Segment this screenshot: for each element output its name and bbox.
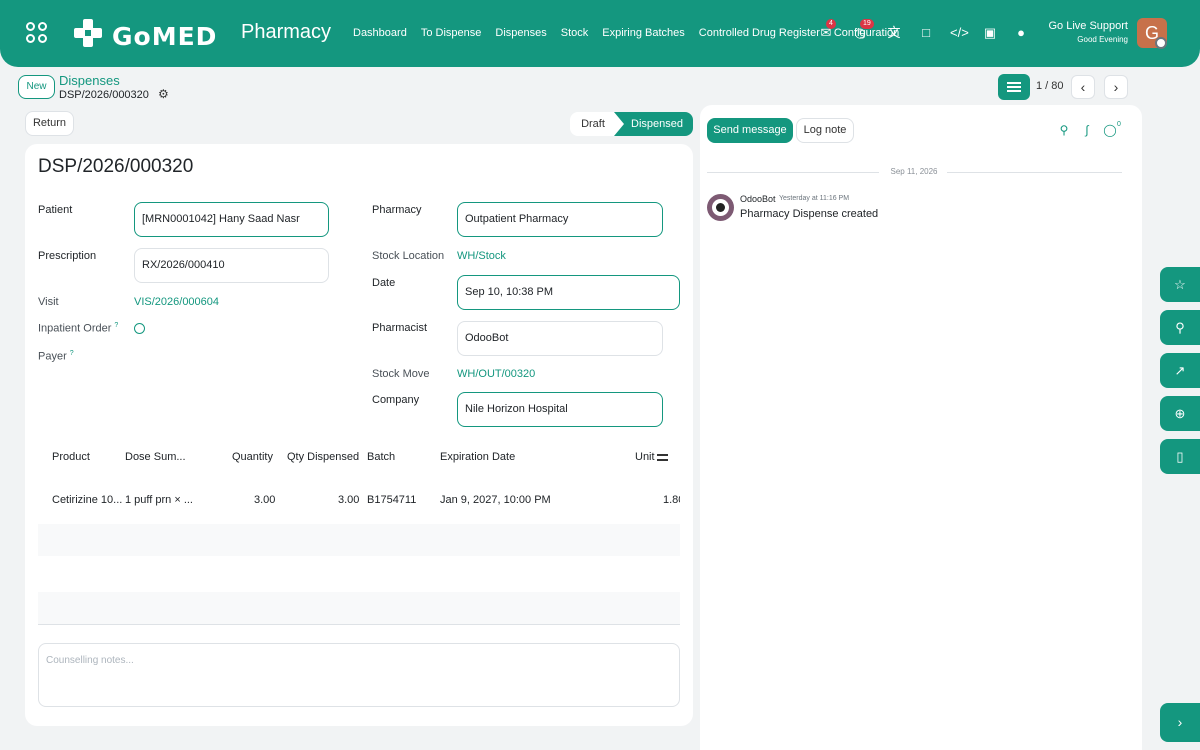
log-note-button[interactable]: Log note [796,118,854,143]
column-expiration-date[interactable]: Expiration Date [440,451,515,463]
lightbulb-icon[interactable]: ● [1013,25,1029,41]
message-author[interactable]: OdooBot [740,194,776,204]
table-row-empty [38,524,680,556]
app-title[interactable]: Pharmacy [241,21,331,44]
date-label: Date [372,277,396,289]
logo-cross-icon [72,17,104,49]
cell-batch[interactable]: B1754711 [367,494,416,506]
pharmacy-field[interactable]: Outpatient Pharmacy [457,202,663,237]
chevron-right-icon[interactable]: › [1160,703,1200,742]
menu-stock[interactable]: Stock [561,27,589,39]
cell-product[interactable]: Cetirizine 10... [52,494,122,506]
paperclip-icon[interactable]: ∫ [1080,123,1094,137]
date-separator-line [947,172,1122,173]
menu-expiring-batches[interactable]: Expiring Batches [602,27,685,39]
breadcrumb-dispenses[interactable]: Dispenses [59,73,120,88]
prescription-label: Prescription [38,250,97,262]
column-dose-summary[interactable]: Dose Sum... [125,451,186,463]
table-row-empty [38,592,680,624]
company-label: Company [372,394,420,406]
menu-dispenses[interactable]: Dispenses [495,27,546,39]
message-time: Yesterday at 11:16 PM [779,195,850,202]
column-unit[interactable]: Unit [635,451,655,463]
page-title: DSP/2026/000320 [38,156,194,177]
search-icon[interactable]: ⚲ [1057,123,1071,137]
visit-link[interactable]: VIS/2026/000604 [134,296,219,308]
send-message-button[interactable]: Send message [707,118,793,143]
cell-qty-dispensed[interactable]: 3.00 [338,494,359,506]
pager-next-button[interactable]: › [1104,75,1128,99]
notes-icon[interactable]: ▣ [982,25,998,41]
status-draft[interactable]: Draft [570,112,616,136]
star-icon[interactable]: ☆ [1160,267,1200,302]
stock-move-link[interactable]: WH/OUT/00320 [457,368,535,380]
cell-quantity[interactable]: 3.00 [254,494,275,506]
user-name[interactable]: Go Live Support [1040,20,1129,32]
menu-controlled-drug-register[interactable]: Controlled Drug Register [699,27,820,39]
top-navbar: GoMED Pharmacy Dashboard To Dispense Dis… [0,0,1200,67]
filter-settings-button[interactable] [998,74,1030,100]
prescription-field[interactable]: RX/2026/000410 [134,248,329,283]
stock-move-label: Stock Move [372,368,430,380]
patient-label: Patient [38,204,73,216]
cell-dose-summary[interactable]: 1 puff prn × ... [125,494,193,506]
pager-value[interactable]: 1 / 80 [1036,80,1064,92]
followers-count: 0 [1117,121,1121,128]
pharmacy-label: Pharmacy [372,204,422,216]
menu-dashboard[interactable]: Dashboard [353,27,407,39]
return-button[interactable]: Return [25,111,74,136]
building-icon[interactable]: □ [918,25,934,41]
column-settings-icon[interactable] [657,451,669,463]
stock-location-label: Stock Location [372,250,445,262]
counselling-notes-field[interactable]: Counselling notes... [38,643,680,707]
odoobot-avatar[interactable] [707,194,734,221]
column-batch[interactable]: Batch [367,451,395,463]
inpatient-order-label: Inpatient Order? [38,322,119,335]
zoom-in-icon[interactable]: ⊕ [1160,396,1200,431]
presence-status-icon [1155,37,1167,49]
messages-badge: 4 [826,19,836,29]
status-bar: Draft Dispensed [570,112,693,136]
language-icon[interactable]: 文 [886,25,902,41]
cell-unit[interactable]: 1.80 [663,494,680,506]
messages-icon[interactable]: ✉ 4 [818,19,836,41]
table-divider [38,624,680,625]
activities-badge: 19 [860,19,874,29]
patient-field[interactable]: [MRN0001042] Hany Saad Nasr [134,202,329,237]
payer-label: Payer? [38,350,74,363]
column-qty-dispensed[interactable]: Qty Dispensed [287,451,359,463]
logo-text: GoMED [112,22,218,51]
user-greeting: Good Evening [1077,35,1128,44]
company-field[interactable]: Nile Horizon Hospital [457,392,663,427]
followers-icon[interactable]: ◯ [1103,123,1117,137]
stock-location-link[interactable]: WH/Stock [457,250,506,262]
pharmacist-label: Pharmacist [372,322,428,334]
new-button[interactable]: New [18,75,55,99]
apps-menu-icon[interactable] [26,22,48,44]
search-icon[interactable]: ⚲ [1160,310,1200,345]
column-quantity[interactable]: Quantity [232,451,273,463]
date-field[interactable]: Sep 10, 10:38 PM [457,275,680,310]
date-separator: Sep 11, 2026 [890,167,938,176]
cell-expiration-date[interactable]: Jan 9, 2027, 10:00 PM [440,494,551,506]
gear-icon[interactable]: ⚙ [158,88,171,101]
visit-label: Visit [38,296,59,308]
breadcrumb-current: DSP/2026/000320 [59,89,149,101]
date-separator-line [707,172,879,173]
status-dispensed[interactable]: Dispensed [614,112,693,136]
code-icon[interactable]: </> [950,25,969,41]
inpatient-order-checkbox[interactable] [134,323,145,334]
pharmacist-field[interactable]: OdooBot [457,321,663,356]
pager-previous-button[interactable]: ‹ [1071,75,1095,99]
column-product[interactable]: Product [52,451,90,463]
message-body: Pharmacy Dispense created [740,208,879,220]
bookmark-icon[interactable]: ▯ [1160,439,1200,474]
activities-clock-icon[interactable]: ◷ 19 [852,19,874,41]
menu-to-dispense[interactable]: To Dispense [421,27,482,39]
expand-icon[interactable]: ↗ [1160,353,1200,388]
